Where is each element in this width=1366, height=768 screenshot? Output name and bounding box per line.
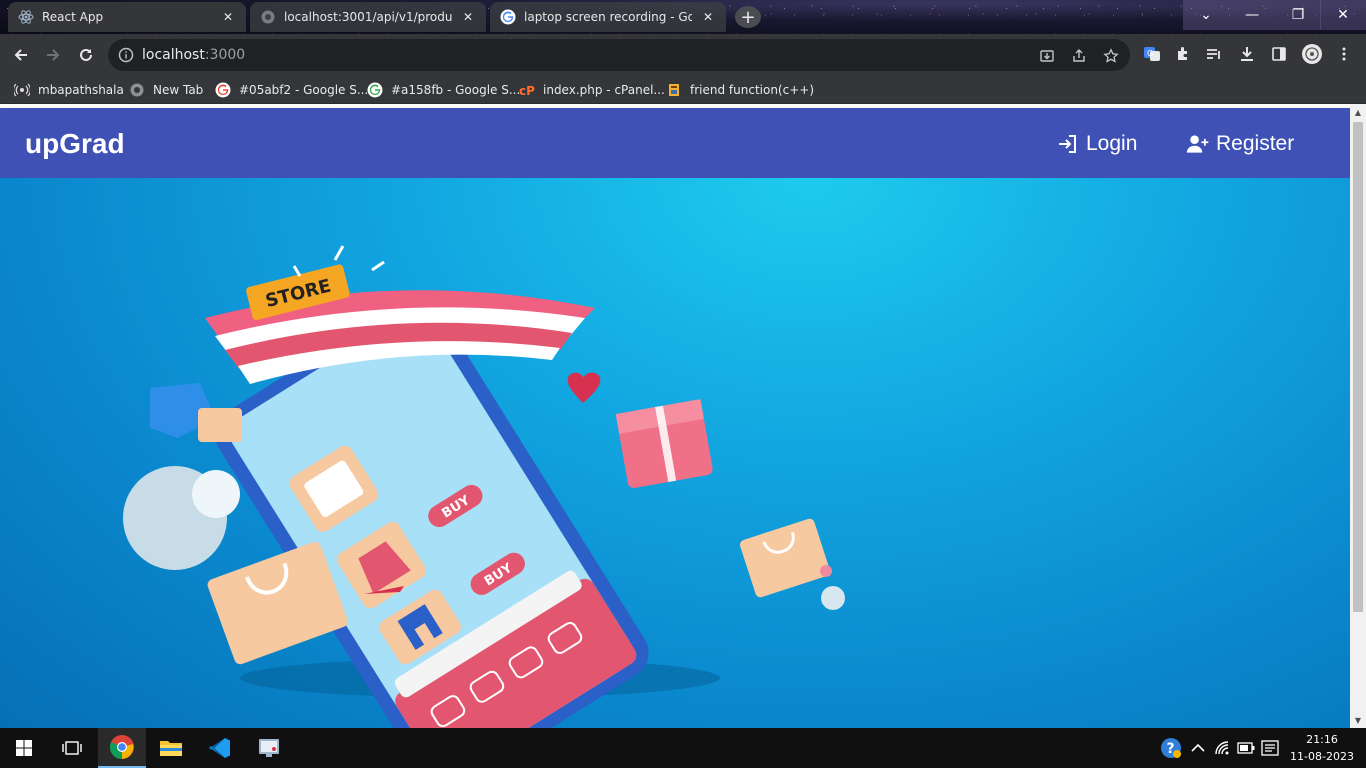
help-icon[interactable]: ? [1160, 737, 1182, 759]
login-link[interactable]: Login [1056, 132, 1137, 156]
react-icon [18, 9, 34, 25]
vscode-icon[interactable] [196, 728, 244, 768]
login-label: Login [1086, 132, 1138, 155]
back-arrow-icon[interactable] [8, 42, 34, 68]
language-icon[interactable] [1260, 738, 1280, 758]
page-viewport: upGrad Login Register BUY BUY STORE ▲ ▼ [0, 104, 1366, 728]
bookmark-cpanel[interactable]: cP index.php - cPanel... [519, 82, 665, 98]
battery-icon[interactable] [1236, 738, 1256, 758]
chevron-down-icon[interactable]: ⌄ [1183, 0, 1229, 30]
tab-title: React App [42, 10, 104, 24]
register-link[interactable]: Register [1186, 132, 1294, 156]
cpanel-icon: cP [519, 82, 535, 98]
star-icon[interactable] [1102, 47, 1120, 65]
svg-text:G: G [1147, 49, 1153, 58]
close-icon[interactable]: ✕ [700, 9, 716, 25]
chrome-icon[interactable] [98, 728, 146, 768]
tab-api-products[interactable]: localhost:3001/api/v1/products ✕ [250, 2, 486, 32]
globe-icon [129, 82, 145, 98]
install-app-icon[interactable] [1038, 47, 1056, 65]
task-view-icon[interactable] [48, 728, 96, 768]
bookmark-label: index.php - cPanel... [543, 83, 665, 97]
brand-logo-text[interactable]: upGrad [25, 128, 125, 160]
tab-google-search[interactable]: laptop screen recording - Google ✕ [490, 2, 726, 32]
store-phone-illustration: BUY BUY STORE [123, 245, 845, 728]
windows-taskbar: ? 21:16 11-08-2023 [0, 728, 1366, 768]
add-user-icon [1186, 132, 1210, 156]
google-icon [215, 82, 231, 98]
bookmark-friend-function[interactable]: friend function(c++) [666, 82, 814, 98]
download-icon[interactable] [1237, 44, 1257, 64]
clock-date: 11-08-2023 [1290, 750, 1354, 763]
globe-icon [260, 9, 276, 25]
translate-icon[interactable]: G [1142, 44, 1162, 64]
tab-title: laptop screen recording - Google [524, 10, 692, 24]
plus-icon[interactable]: + [735, 6, 761, 28]
screen: React App ✕ localhost:3001/api/v1/produc… [0, 0, 1366, 768]
close-icon[interactable]: ✕ [220, 9, 236, 25]
address-bar[interactable]: localhost:3000 [108, 39, 1130, 71]
scrollbar-thumb[interactable] [1353, 122, 1363, 612]
bookmarks-bar: mbapathshala New Tab #05abf2 - Google S.… [0, 76, 1366, 104]
reload-icon[interactable] [73, 42, 99, 68]
bookmark-label: New Tab [153, 83, 204, 97]
bookmark-mbapathshala[interactable]: mbapathshala [14, 82, 124, 98]
bookmark-label: #05abf2 - Google S... [239, 83, 369, 97]
forward-arrow-icon[interactable] [40, 42, 66, 68]
minimize-icon[interactable]: — [1229, 0, 1275, 30]
side-panel-icon[interactable] [1269, 44, 1289, 64]
tab-title: localhost:3001/api/v1/products [284, 10, 452, 24]
page-scrollbar[interactable]: ▲ ▼ [1350, 104, 1366, 728]
scroll-up-arrow-icon[interactable]: ▲ [1350, 104, 1366, 120]
close-icon[interactable]: ✕ [1320, 0, 1366, 30]
share-icon[interactable] [1070, 47, 1088, 65]
extensions-icon[interactable] [1174, 44, 1194, 64]
url-text: localhost:3000 [142, 47, 245, 63]
bookmark-label: mbapathshala [38, 83, 124, 97]
app-bar: upGrad Login Register [0, 108, 1350, 178]
file-explorer-icon[interactable] [147, 728, 195, 768]
remote-desktop-icon[interactable] [245, 728, 293, 768]
browser-tab-strip: React App ✕ localhost:3001/api/v1/produc… [0, 0, 1366, 34]
bookmark-new-tab[interactable]: New Tab [129, 82, 203, 98]
wifi-icon[interactable] [1213, 738, 1233, 758]
bookmark-05abf2[interactable]: #05abf2 - Google S... [215, 82, 368, 98]
tab-react-app[interactable]: React App ✕ [8, 2, 246, 32]
bookmark-label: #a158fb - Google S... [391, 83, 521, 97]
scroll-down-arrow-icon[interactable]: ▼ [1350, 712, 1366, 728]
profile-avatar-icon[interactable] [1301, 43, 1323, 65]
svg-text:cP: cP [519, 84, 535, 98]
url-host: localhost [142, 47, 205, 63]
close-icon[interactable]: ✕ [460, 9, 476, 25]
google-icon [500, 9, 516, 25]
info-icon[interactable] [118, 47, 134, 63]
login-icon [1056, 132, 1080, 156]
bookmark-label: friend function(c++) [690, 83, 815, 97]
register-label: Register [1216, 132, 1295, 155]
windows-start-icon[interactable] [0, 728, 48, 768]
browser-toolbar: localhost:3000 G [0, 34, 1366, 76]
book-icon [666, 82, 682, 98]
system-clock[interactable]: 21:16 11-08-2023 [1290, 731, 1354, 765]
bookmark-a158fb[interactable]: #a158fb - Google S... [367, 82, 520, 98]
hero-banner: BUY BUY STORE [0, 178, 1350, 728]
kebab-menu-icon[interactable] [1334, 44, 1354, 64]
google-icon [367, 82, 383, 98]
chevron-up-icon[interactable] [1188, 738, 1208, 758]
clock-time: 21:16 [1306, 733, 1338, 746]
podcast-icon [14, 82, 30, 98]
url-port: :3000 [204, 47, 246, 63]
restore-icon[interactable]: ❐ [1275, 0, 1321, 30]
reading-list-icon[interactable] [1204, 44, 1224, 64]
